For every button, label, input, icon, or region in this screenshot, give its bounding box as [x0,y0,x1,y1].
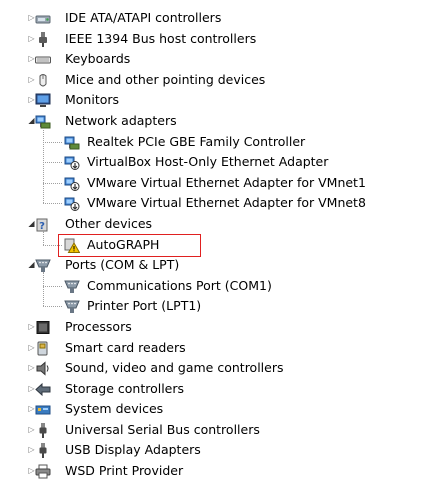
tree-item-label: WSD Print Provider [65,463,184,479]
tree-item-label: Mice and other pointing devices [65,71,266,87]
tree-category-ieee-1394-bus-host-controllers[interactable]: ▷ IEEE 1394 Bus host controllers [0,29,435,50]
highlight-box [58,233,201,258]
tree-item-label: Printer Port (LPT1) [87,298,202,314]
tree-category-universal-serial-bus-controllers[interactable]: ▷ Universal Serial Bus controllers [0,420,435,441]
tree-connector-line [43,285,62,287]
processor-icon [35,320,51,335]
tree-device-realtek-pcie-gbe-family-controller[interactable]: Realtek PCIe GBE Family Controller [0,132,435,153]
port-icon [35,258,51,273]
tree-item-label: Monitors [65,92,120,108]
network-adapter-download-icon [64,176,80,191]
mouse-icon [35,73,51,88]
unknown-device-icon: ? [35,217,51,232]
tree-connector-line [43,162,62,164]
network-adapter-icon [64,135,80,150]
ieee1394-icon [35,31,51,47]
speaker-icon [35,361,51,376]
tree-category-other-devices[interactable]: ◢? Other devices [0,214,435,235]
usb-icon [35,422,51,438]
tree-category-processors[interactable]: ▷ Processors [0,317,435,338]
tree-item-label: System devices [65,401,164,417]
tree-device-communications-port-com1[interactable]: Communications Port (COM1) [0,276,435,297]
tree-item-label: Processors [65,318,132,334]
tree-category-mice-and-other-pointing-devices[interactable]: ▷ Mice and other pointing devices [0,70,435,91]
ide-controller-icon [35,11,51,26]
tree-vertical-connector [43,128,44,204]
printer-icon [35,464,51,479]
tree-item-label: USB Display Adapters [65,442,201,458]
tree-item-label: IEEE 1394 Bus host controllers [65,30,257,46]
tree-item-label: VMware Virtual Ethernet Adapter for VMne… [87,195,366,211]
tree-category-network-adapters[interactable]: ◢ Network adapters [0,111,435,132]
tree-item-label: Ports (COM & LPT) [65,257,180,273]
tree-connector-line [43,182,62,184]
port-icon [64,299,80,314]
tree-device-virtualbox-host-only-ethernet-adapter[interactable]: VirtualBox Host-Only Ethernet Adapter [0,152,435,173]
device-tree: ▷ IDE ATA/ATAPI controllers ▷ IEEE 1394 Bus… [0,8,435,482]
tree-category-sound-video-and-game-controllers[interactable]: ▷ Sound, video and game controllers [0,358,435,379]
tree-item-label: Keyboards [65,51,131,67]
tree-vertical-connector [43,231,44,245]
tree-category-ide-ata-atapi-controllers[interactable]: ▷ IDE ATA/ATAPI controllers [0,8,435,29]
system-device-icon [35,402,51,417]
tree-item-label: Universal Serial Bus controllers [65,421,260,437]
tree-item-label: Network adapters [65,112,177,128]
tree-category-usb-display-adapters[interactable]: ▷ USB Display Adapters [0,440,435,461]
tree-item-label: IDE ATA/ATAPI controllers [65,10,222,25]
tree-category-keyboards[interactable]: ▷ Keyboards [0,49,435,70]
network-adapter-download-icon [64,155,80,171]
tree-connector-line [43,141,62,143]
tree-category-monitors[interactable]: ▷ Monitors [0,90,435,111]
tree-item-label: Storage controllers [65,380,185,396]
tree-item-label: Communications Port (COM1) [87,277,272,293]
tree-connector-line [43,306,62,308]
tree-category-smart-card-readers[interactable]: ▷ Smart card readers [0,338,435,359]
smart-card-reader-icon [35,341,51,356]
tree-device-printer-port-lpt1[interactable]: Printer Port (LPT1) [0,296,435,317]
network-adapter-icon [35,114,51,129]
tree-item-label: Other devices [65,215,153,231]
tree-device-vmware-virtual-ethernet-adapter-for-vmnet1[interactable]: VMware Virtual Ethernet Adapter for VMne… [0,173,435,194]
tree-item-label: Smart card readers [65,339,186,355]
monitor-icon [35,93,51,108]
network-adapter-download-icon [64,196,80,212]
storage-controller-icon [35,382,51,397]
tree-vertical-connector [43,272,44,307]
tree-item-label: Realtek PCIe GBE Family Controller [87,133,306,149]
usb-icon [35,443,51,459]
port-icon [64,279,80,294]
tree-category-storage-controllers[interactable]: ▷ Storage controllers [0,379,435,400]
tree-category-wsd-print-provider[interactable]: ▷ WSD Print Provider [0,461,435,482]
keyboard-icon [35,52,51,67]
tree-item-label: VMware Virtual Ethernet Adapter for VMne… [87,174,366,190]
tree-connector-line [43,203,62,205]
tree-category-ports-com-lpt[interactable]: ◢ Ports (COM & LPT) [0,255,435,276]
tree-category-system-devices[interactable]: ▷ System devices [0,399,435,420]
tree-item-label: VirtualBox Host-Only Ethernet Adapter [87,154,329,170]
tree-device-vmware-virtual-ethernet-adapter-for-vmnet8[interactable]: VMware Virtual Ethernet Adapter for VMne… [0,193,435,214]
tree-item-label: Sound, video and game controllers [65,360,284,376]
